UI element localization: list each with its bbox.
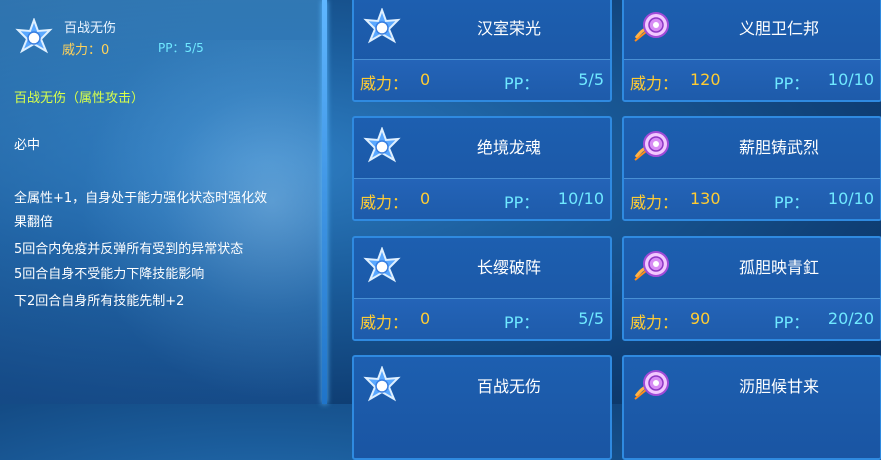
skill-stats: 威力： 0 PP： 10/10 (354, 179, 610, 219)
detail-effect-line: 必中 (14, 138, 41, 153)
pp-value: 10/10 (557, 189, 604, 208)
skill-name: 汉室荣光 (476, 19, 541, 38)
skill-stats: 威力： 90 PP： 20/20 (624, 299, 880, 339)
skill-card[interactable]: 沥胆候甘来 (622, 355, 881, 460)
power-value: 90 (690, 309, 711, 328)
skill-card[interactable]: 百战无伤 (352, 355, 612, 460)
star-icon (362, 246, 402, 287)
power-value: 130 (690, 189, 721, 208)
panel-divider (322, 0, 327, 404)
detail-type-line: 百战无伤（属性攻击） (14, 91, 145, 106)
star-icon (362, 365, 402, 406)
power-label: 威力： (360, 74, 409, 93)
detail-effect-line: 5回合自身不受能力下降技能影响 (14, 267, 205, 282)
power-value: 0 (420, 70, 431, 89)
skill-card[interactable]: 汉室荣光威力： 0 PP： 5/5 (352, 0, 612, 102)
detail-pp: PP：5/5 (158, 41, 204, 55)
skill-card-header: 汉室荣光 (354, 0, 610, 59)
shell-icon (632, 366, 672, 406)
pp-value: 5/5 (578, 70, 604, 89)
power-label: 威力： (360, 193, 409, 212)
star-icon (362, 126, 402, 167)
skill-card[interactable]: 长缨破阵威力： 0 PP： 5/5 (352, 236, 612, 341)
pp-label: PP： (774, 313, 810, 332)
skill-card[interactable]: 绝境龙魂威力： 0 PP： 10/10 (352, 116, 612, 221)
pp-value: 10/10 (827, 189, 874, 208)
skill-stats: 威力： 130 PP： 10/10 (624, 179, 880, 219)
pp-label: PP： (504, 313, 540, 332)
power-value: 120 (690, 70, 721, 89)
star-icon (15, 18, 53, 54)
skill-stats: 威力： 120 PP： 10/10 (624, 60, 880, 100)
skill-card-header: 绝境龙魂 (354, 118, 610, 178)
skill-card-header: 薪胆铸武烈 (624, 118, 880, 178)
pp-label: PP： (504, 74, 540, 93)
pp-label: PP： (504, 193, 540, 212)
skill-card-header: 孤胆映青釭 (624, 238, 880, 298)
skill-card-header: 沥胆候甘来 (624, 357, 880, 417)
skill-name: 薪胆铸武烈 (738, 138, 819, 157)
pp-value: 10/10 (827, 70, 874, 89)
power-label: 威力： (360, 313, 409, 332)
skill-name: 孤胆映青釭 (738, 258, 819, 277)
shell-icon (632, 127, 672, 167)
shell-icon (632, 247, 672, 287)
skill-card[interactable]: 孤胆映青釭威力： 90 PP： 20/20 (622, 236, 881, 341)
skill-card[interactable]: 薪胆铸武烈威力： 130 PP： 10/10 (622, 116, 881, 221)
skill-name: 沥胆候甘来 (738, 377, 819, 396)
skill-card-header: 义胆卫仁邦 (624, 0, 880, 59)
skill-name: 百战无伤 (476, 377, 541, 396)
detail-skill-name: 百战无伤 (64, 21, 117, 36)
pp-value: 5/5 (578, 309, 604, 328)
power-value: 0 (420, 309, 431, 328)
detail-effect-line: 果翻倍 (14, 215, 54, 230)
detail-effect-line: 5回合内免疫并反弹所有受到的异常状态 (14, 242, 244, 257)
skill-card-header: 长缨破阵 (354, 238, 610, 298)
power-label: 威力： (630, 313, 679, 332)
skill-stats: 威力： 0 PP： 5/5 (354, 299, 610, 339)
shell-icon (632, 8, 672, 48)
skill-name: 长缨破阵 (476, 258, 541, 277)
power-value: 0 (420, 189, 431, 208)
skill-name: 绝境龙魂 (476, 138, 541, 157)
power-label: 威力： (630, 193, 679, 212)
detail-effect-line: 下2回合自身所有技能先制+2 (14, 294, 185, 309)
pp-label: PP： (774, 193, 810, 212)
skill-detail-panel: 百战无伤 威力：0 PP：5/5 百战无伤（属性攻击） 必中 全属性+1，自身处… (0, 0, 326, 404)
power-label: 威力： (630, 74, 679, 93)
skill-card[interactable]: 义胆卫仁邦威力： 120 PP： 10/10 (622, 0, 881, 102)
detail-power: 威力：0 (62, 43, 110, 58)
pp-value: 20/20 (827, 309, 874, 328)
skill-name: 义胆卫仁邦 (738, 19, 819, 38)
skill-stats: 威力： 0 PP： 5/5 (354, 60, 610, 100)
star-icon (362, 7, 402, 48)
detail-effect-line: 全属性+1，自身处于能力强化状态时强化效 (14, 191, 268, 206)
pp-label: PP： (774, 74, 810, 93)
skill-card-header: 百战无伤 (354, 357, 610, 417)
